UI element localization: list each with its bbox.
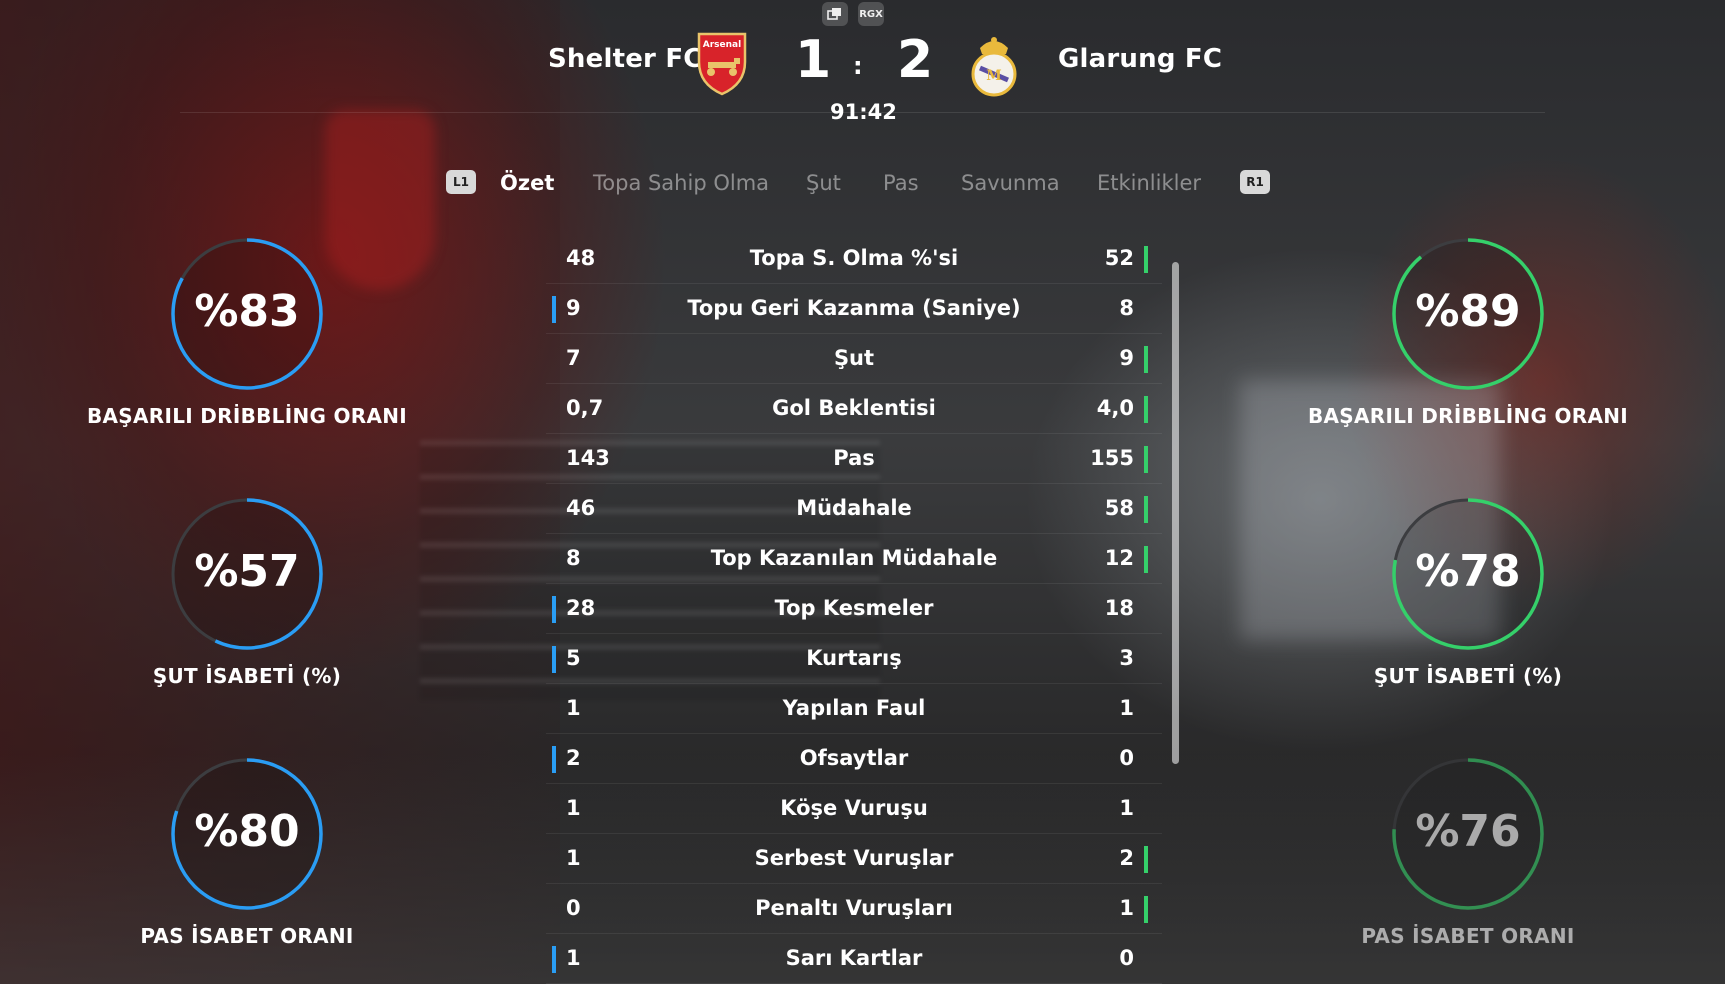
stat-away-value: 4,0 [1096, 396, 1134, 420]
stat-away-value: 1 [1119, 696, 1134, 720]
stat-row: 1 Sarı Kartlar 0 [546, 934, 1162, 984]
away-dribble-value: %89 [1415, 286, 1521, 337]
away-dribble-label: BAŞARILI DRİBBLİNG ORANI [1307, 404, 1629, 428]
stat-label: Gol Beklentisi [772, 396, 936, 420]
tab-passing[interactable]: Pas [883, 171, 919, 195]
stat-away-value: 0 [1119, 946, 1134, 970]
stat-row: 28 Top Kesmeler 18 [546, 584, 1162, 634]
header-divider [180, 112, 1545, 113]
away-shot-accuracy-label: ŞUT İSABETİ (%) [1373, 664, 1563, 688]
score-separator: : [853, 52, 863, 80]
home-shot-accuracy-label: ŞUT İSABETİ (%) [152, 664, 342, 688]
stat-label: Serbest Vuruşlar [754, 846, 954, 870]
svg-text:M: M [986, 68, 1002, 84]
stat-row: 5 Kurtarış 3 [546, 634, 1162, 684]
stat-away-value: 1 [1119, 796, 1134, 820]
away-shot-accuracy-value: %78 [1415, 546, 1521, 597]
stat-row: 1 Serbest Vuruşlar 2 [546, 834, 1162, 884]
window-icon [822, 2, 848, 26]
stat-away-value: 0 [1119, 746, 1134, 770]
stat-away-value: 8 [1119, 296, 1134, 320]
stats-table: 48 Topa S. Olma %'si 52 9 Topu Geri Kazanma … [546, 234, 1162, 984]
home-dribble-label: BAŞARILI DRİBBLİNG ORANI [86, 404, 408, 428]
stat-row: 46 Müdahale 58 [546, 484, 1162, 534]
stat-row: 0,7 Gol Beklentisi 4,0 [546, 384, 1162, 434]
away-pass-accuracy-label: PAS İSABET ORANI [1361, 924, 1575, 948]
stat-away-value: 18 [1104, 596, 1134, 620]
home-team-name: Shelter FC [548, 44, 703, 74]
stat-label: Köşe Vuruşu [780, 796, 928, 820]
away-dribble-ring: %89 BAŞARILI DRİBBLİNG ORANI [1303, 236, 1633, 428]
stat-label: Müdahale [796, 496, 912, 520]
stat-label: Top Kazanılan Müdahale [710, 546, 998, 570]
stat-away-value: 3 [1119, 646, 1134, 670]
tab-possession[interactable]: Topa Sahip Olma [593, 171, 769, 195]
stat-row: 48 Topa S. Olma %'si 52 [546, 234, 1162, 284]
stats-scrollbar[interactable] [1172, 262, 1179, 764]
stat-label: Kurtarış [806, 646, 902, 670]
tab-summary[interactable]: Özet [500, 171, 554, 195]
stat-label: Topu Geri Kazanma (Saniye) [687, 296, 1021, 320]
l1-button-hint[interactable]: L1 [446, 170, 476, 194]
stat-label: Sarı Kartlar [785, 946, 923, 970]
stat-row: 1 Köşe Vuruşu 1 [546, 784, 1162, 834]
stat-label: Topa S. Olma %'si [749, 246, 959, 270]
stat-label: Penaltı Vuruşları [755, 896, 953, 920]
away-shot-accuracy-ring: %78 ŞUT İSABETİ (%) [1303, 496, 1633, 688]
home-shot-accuracy-value: %57 [194, 546, 300, 597]
stat-away-value: 1 [1119, 896, 1134, 920]
stat-label: Top Kesmeler [774, 596, 934, 620]
stat-label: Yapılan Faul [782, 696, 926, 720]
home-score: 1 [795, 30, 832, 90]
home-dribble-value: %83 [194, 286, 300, 337]
top-icons: RGX [822, 2, 884, 26]
home-pass-accuracy-label: PAS İSABET ORANI [140, 924, 354, 948]
stat-away-value: 155 [1090, 446, 1134, 470]
rgx-icon: RGX [858, 2, 884, 26]
home-dribble-ring: %83 BAŞARILI DRİBBLİNG ORANI [82, 236, 412, 428]
stat-away-value: 58 [1104, 496, 1134, 520]
home-team-badge-icon: Arsenal [696, 32, 748, 100]
away-team-name: Glarung FC [1058, 44, 1223, 74]
stat-row: 8 Top Kazanılan Müdahale 12 [546, 534, 1162, 584]
stat-away-value: 9 [1119, 346, 1134, 370]
home-pass-accuracy-ring: %80 PAS İSABET ORANI [82, 756, 412, 948]
home-shot-accuracy-ring: %57 ŞUT İSABETİ (%) [82, 496, 412, 688]
stat-away-value: 2 [1119, 846, 1134, 870]
away-score: 2 [897, 30, 934, 90]
stat-away-value: 12 [1104, 546, 1134, 570]
stat-label: Pas [833, 446, 875, 470]
stat-row: 9 Topu Geri Kazanma (Saniye) 8 [546, 284, 1162, 334]
tab-shots[interactable]: Şut [806, 171, 841, 195]
tab-events[interactable]: Etkinlikler [1097, 171, 1201, 195]
stat-row: 2 Ofsaytlar 0 [546, 734, 1162, 784]
stat-label: Şut [833, 346, 875, 370]
away-team-badge-icon: M [968, 34, 1020, 102]
home-badge-text: Arsenal [703, 40, 741, 50]
stat-row: 7 Şut 9 [546, 334, 1162, 384]
away-pass-accuracy-ring: %76 PAS İSABET ORANI [1303, 756, 1633, 948]
home-pass-accuracy-value: %80 [194, 806, 300, 857]
tab-defense[interactable]: Savunma [961, 171, 1060, 195]
stat-row: 0 Penaltı Vuruşları 1 [546, 884, 1162, 934]
stat-away-value: 52 [1104, 246, 1134, 270]
stat-row: 143 Pas 155 [546, 434, 1162, 484]
r1-button-hint[interactable]: R1 [1240, 170, 1270, 194]
away-pass-accuracy-value: %76 [1415, 806, 1521, 857]
stat-label: Ofsaytlar [799, 746, 909, 770]
stat-row: 1 Yapılan Faul 1 [546, 684, 1162, 734]
